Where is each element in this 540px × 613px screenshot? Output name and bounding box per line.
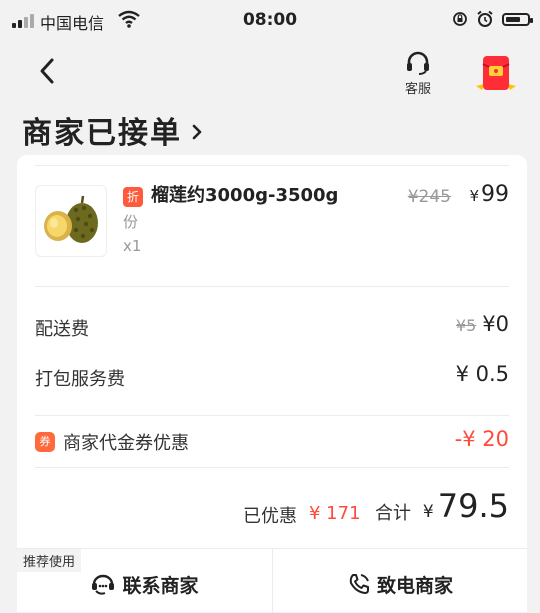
- total-value: ¥79.5: [423, 487, 509, 525]
- order-card: 折 榴莲约3000g-3500g 份 x1 ¥245 ¥99 配送费 ¥5 ¥0 …: [17, 155, 527, 613]
- battery-icon: [502, 12, 533, 26]
- total-label: 合计: [375, 503, 411, 524]
- divider: [35, 165, 509, 166]
- product-quantity: x1: [123, 237, 142, 255]
- durian-image: [44, 195, 98, 243]
- call-merchant-label: 致电商家: [376, 574, 453, 597]
- divider: [35, 415, 509, 416]
- price-value: 99: [481, 182, 509, 207]
- delivery-fee-label: 配送费: [35, 319, 89, 340]
- chevron-left-icon: [40, 58, 54, 84]
- divider: [35, 286, 509, 287]
- phone-icon: [349, 574, 369, 594]
- packing-fee-label: 打包服务费: [35, 369, 125, 390]
- delivery-fee-value: ¥0: [482, 312, 509, 336]
- packing-fee-value: ¥ 0.5: [455, 362, 509, 386]
- contact-merchant-label: 联系商家: [122, 574, 199, 597]
- saved-value: ¥ 171: [309, 503, 361, 524]
- discount-badge: 折: [123, 187, 143, 207]
- recommend-tag: 推荐使用: [17, 549, 82, 572]
- orientation-lock-icon: [453, 12, 467, 26]
- coupon-label: 商家代金券优惠: [63, 433, 189, 454]
- original-price: ¥245: [407, 187, 451, 207]
- order-status-link[interactable]: 商家已接单: [22, 108, 204, 152]
- red-packet-button[interactable]: [470, 50, 522, 98]
- delivery-fee-original: ¥5: [455, 316, 477, 335]
- product-name: 榴莲约3000g-3500g: [151, 185, 339, 206]
- chevron-right-icon: [192, 124, 202, 140]
- status-icons: [452, 10, 533, 28]
- customer-service-label: 客服: [404, 82, 431, 97]
- back-button[interactable]: [34, 55, 62, 87]
- call-merchant-button[interactable]: 致电商家: [273, 549, 527, 613]
- customer-service-button[interactable]: 客服: [396, 50, 440, 97]
- coupon-icon: 券: [35, 432, 55, 452]
- price-yen: ¥: [469, 187, 479, 205]
- product-name-continued: 份: [123, 213, 139, 231]
- saved-label: 已优惠: [243, 506, 297, 527]
- chat-icon: [92, 574, 115, 595]
- status-bar: 中国电信 08:00: [0, 0, 540, 44]
- alarm-icon: [477, 10, 493, 27]
- total-yen: ¥: [422, 502, 434, 522]
- delivery-fee: ¥5 ¥0: [456, 312, 509, 336]
- page-title: 商家已接单: [22, 116, 182, 151]
- divider: [35, 467, 509, 468]
- product-price: ¥99: [469, 182, 509, 207]
- action-bar: 联系商家 致电商家 推荐使用: [17, 548, 527, 613]
- coupon-value: -¥ 20: [454, 427, 509, 451]
- product-image[interactable]: [35, 185, 107, 257]
- red-packet-icon: [476, 56, 516, 90]
- total-amount: 79.5: [437, 487, 509, 525]
- headset-icon: [407, 51, 429, 75]
